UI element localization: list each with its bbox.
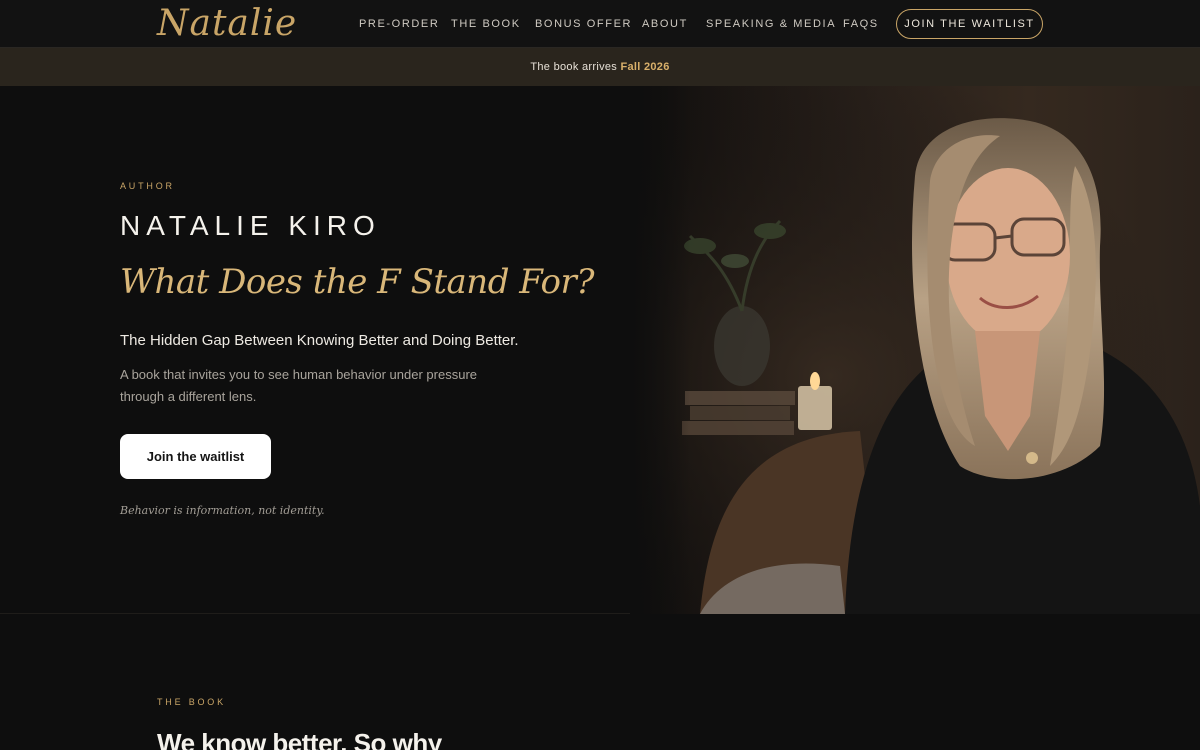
announcement-highlight: Fall 2026 (620, 61, 670, 73)
book-title: What Does the F Stand For? (120, 262, 594, 302)
book-section: THE BOOK We know better. So why (0, 614, 1200, 750)
join-waitlist-nav-button[interactable]: JOIN THE WAITLIST (896, 9, 1043, 39)
announcement-text: The book arrives (530, 61, 618, 73)
nav-link-bonus-offer[interactable]: BONUS OFFER (535, 0, 632, 48)
hero-tagline: Behavior is information, not identity. (120, 504, 325, 517)
author-portrait (630, 86, 1200, 614)
nav-link-faqs[interactable]: FAQS (843, 0, 879, 48)
nav-link-the-book[interactable]: THE BOOK (451, 0, 521, 48)
hero-description: A book that invites you to see human beh… (120, 367, 477, 404)
nav-link-about[interactable]: ABOUT (642, 0, 688, 48)
join-waitlist-hero-button[interactable]: Join the waitlist (120, 434, 271, 479)
nav-link-speaking-media[interactable]: SPEAKING & MEDIA (706, 0, 836, 48)
hero-section: AUTHOR NATALIE KIRO What Does the F Stan… (0, 86, 1200, 614)
site-header: Natalie PRE-ORDER THE BOOK BONUS OFFER A… (0, 0, 1200, 48)
book-section-eyebrow: THE BOOK (157, 697, 226, 707)
announcement-bar: The book arrives Fall 2026 (0, 48, 1200, 86)
hero-eyebrow: AUTHOR (120, 181, 175, 191)
book-section-heading: We know better. So why (157, 728, 442, 750)
author-name: NATALIE KIRO (120, 210, 381, 241)
author-portrait-illustration (630, 86, 1200, 614)
hero-subtitle: The Hidden Gap Between Knowing Better an… (120, 332, 519, 349)
nav-link-pre-order[interactable]: PRE-ORDER (359, 0, 439, 48)
